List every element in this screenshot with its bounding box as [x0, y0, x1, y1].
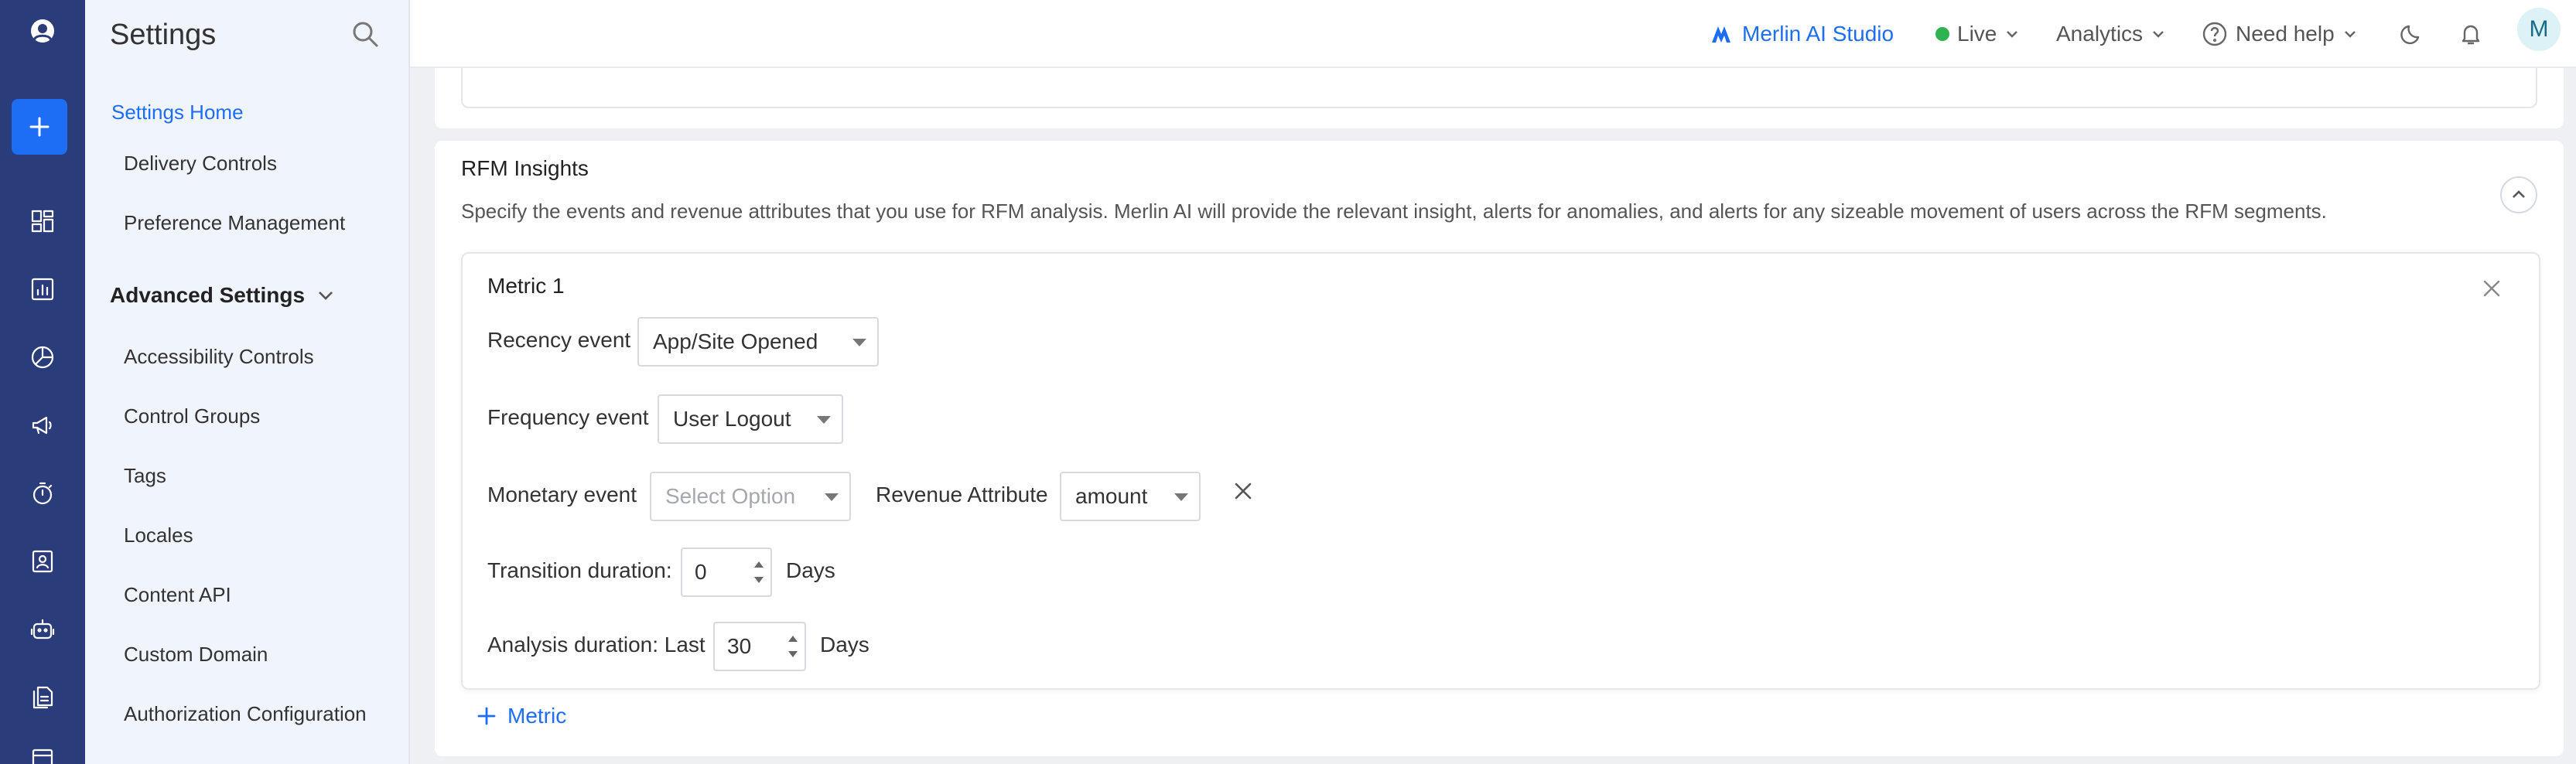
- remove-metric-button[interactable]: [2480, 277, 2508, 305]
- add-metric-label: Metric: [507, 704, 567, 728]
- close-icon: [1235, 483, 1252, 500]
- bar-chart-icon[interactable]: [0, 266, 85, 312]
- contact-icon[interactable]: [0, 538, 85, 585]
- megaphone-icon[interactable]: [0, 402, 85, 449]
- pie-chart-icon[interactable]: [0, 334, 85, 380]
- chevron-down-icon: [319, 292, 333, 300]
- sidebar-item-settings-home[interactable]: Settings Home: [111, 101, 244, 124]
- chevron-down-icon: [2153, 31, 2164, 38]
- environment-label: Live: [1957, 22, 1997, 46]
- add-metric-button[interactable]: Metric: [477, 704, 566, 728]
- stepper-icon[interactable]: [752, 557, 766, 588]
- card-title: RFM Insights: [461, 156, 589, 180]
- icon-rail: [0, 0, 85, 764]
- chevron-up-icon: [2513, 190, 2525, 198]
- caret-down-icon: [1174, 493, 1188, 501]
- sidebar-item-control-groups[interactable]: Control Groups: [124, 404, 260, 428]
- environment-dropdown[interactable]: Live: [1935, 17, 2020, 51]
- plus-icon: [477, 707, 496, 725]
- analysis-duration-label: Analysis duration: Last: [487, 633, 705, 657]
- section-label: Advanced Settings: [110, 283, 306, 307]
- plus-icon: [29, 117, 50, 137]
- settings-sidebar: Settings Settings Home Delivery Controls…: [85, 0, 410, 764]
- create-button[interactable]: [12, 99, 67, 155]
- sidebar-section-advanced-settings[interactable]: Advanced Settings: [110, 283, 336, 308]
- top-header: Merlin AI Studio Live Analytics Need hel…: [410, 0, 2576, 68]
- sidebar-item-tags[interactable]: Tags: [124, 464, 166, 488]
- collapse-button[interactable]: [2500, 176, 2537, 213]
- documents-icon[interactable]: [0, 674, 85, 721]
- dark-mode-icon[interactable]: [2393, 15, 2431, 53]
- revenue-attribute-value: amount: [1075, 484, 1148, 508]
- help-icon: [2202, 22, 2227, 46]
- revenue-attribute-select[interactable]: amount: [1060, 472, 1201, 521]
- timer-icon[interactable]: [0, 470, 85, 517]
- recency-label: Recency event: [487, 328, 631, 352]
- analysis-duration-input[interactable]: 30: [713, 622, 806, 671]
- sidebar-item-accessibility-controls[interactable]: Accessibility Controls: [124, 345, 314, 369]
- close-icon: [2483, 280, 2500, 297]
- user-circle-icon[interactable]: [0, 8, 85, 54]
- chevron-down-icon: [2007, 31, 2018, 38]
- need-help-dropdown[interactable]: Need help: [2202, 17, 2358, 51]
- dashboard-icon[interactable]: [0, 198, 85, 244]
- clear-revenue-attribute-button[interactable]: [1232, 479, 1258, 506]
- caret-down-icon: [852, 339, 866, 346]
- calendar-icon[interactable]: [0, 735, 85, 764]
- merlin-logo-icon: [1712, 26, 1730, 43]
- live-status-icon: [1935, 27, 1949, 41]
- card-description: Specify the events and revenue attribute…: [461, 200, 2327, 223]
- sidebar-item-locales[interactable]: Locales: [124, 524, 193, 547]
- caret-down-icon: [817, 416, 831, 424]
- sidebar-item-content-api[interactable]: Content API: [124, 583, 231, 607]
- chevron-down-icon: [2344, 31, 2356, 38]
- help-label: Need help: [2236, 22, 2335, 46]
- merlin-ai-studio-link[interactable]: Merlin AI Studio: [1710, 17, 1894, 51]
- rfm-insights-card: RFM Insights Specify the events and reve…: [435, 141, 2564, 756]
- search-icon[interactable]: [350, 19, 384, 53]
- bell-icon[interactable]: [2452, 15, 2489, 53]
- frequency-label: Frequency event: [487, 405, 649, 429]
- metric-panel: Metric 1 Recency event App/Site Opened F…: [461, 252, 2540, 690]
- metric-title: Metric 1: [487, 274, 565, 298]
- sidebar-item-authorization-configuration[interactable]: Authorization Configuration: [124, 702, 367, 726]
- robot-icon[interactable]: [0, 606, 85, 653]
- analytics-label: Analytics: [2056, 22, 2144, 46]
- sidebar-title: Settings: [110, 19, 217, 51]
- frequency-event-value: User Logout: [673, 407, 791, 431]
- recency-event-value: App/Site Opened: [653, 329, 818, 353]
- transition-duration-label: Transition duration:: [487, 558, 672, 582]
- sidebar-item-delivery-controls[interactable]: Delivery Controls: [124, 152, 277, 176]
- sidebar-item-preference-management[interactable]: Preference Management: [124, 211, 345, 235]
- monetary-label: Monetary event: [487, 483, 637, 506]
- transition-duration-unit: Days: [786, 558, 835, 582]
- revenue-attribute-label: Revenue Attribute: [876, 483, 1048, 506]
- monetary-event-placeholder: Select Option: [665, 484, 796, 508]
- merlin-label: Merlin AI Studio: [1742, 22, 1894, 46]
- sidebar-item-custom-domain[interactable]: Custom Domain: [124, 643, 268, 667]
- analytics-dropdown[interactable]: Analytics: [2056, 17, 2166, 51]
- transition-duration-value: 0: [695, 560, 707, 584]
- analysis-duration-value: 30: [727, 634, 752, 658]
- analysis-duration-unit: Days: [820, 633, 869, 657]
- monetary-event-select[interactable]: Select Option: [650, 472, 851, 521]
- avatar[interactable]: M: [2517, 8, 2561, 51]
- frequency-event-select[interactable]: User Logout: [658, 394, 843, 444]
- caret-down-icon: [825, 493, 839, 501]
- transition-duration-input[interactable]: 0: [681, 547, 772, 597]
- recency-event-select[interactable]: App/Site Opened: [637, 317, 879, 367]
- stepper-icon[interactable]: [786, 631, 800, 662]
